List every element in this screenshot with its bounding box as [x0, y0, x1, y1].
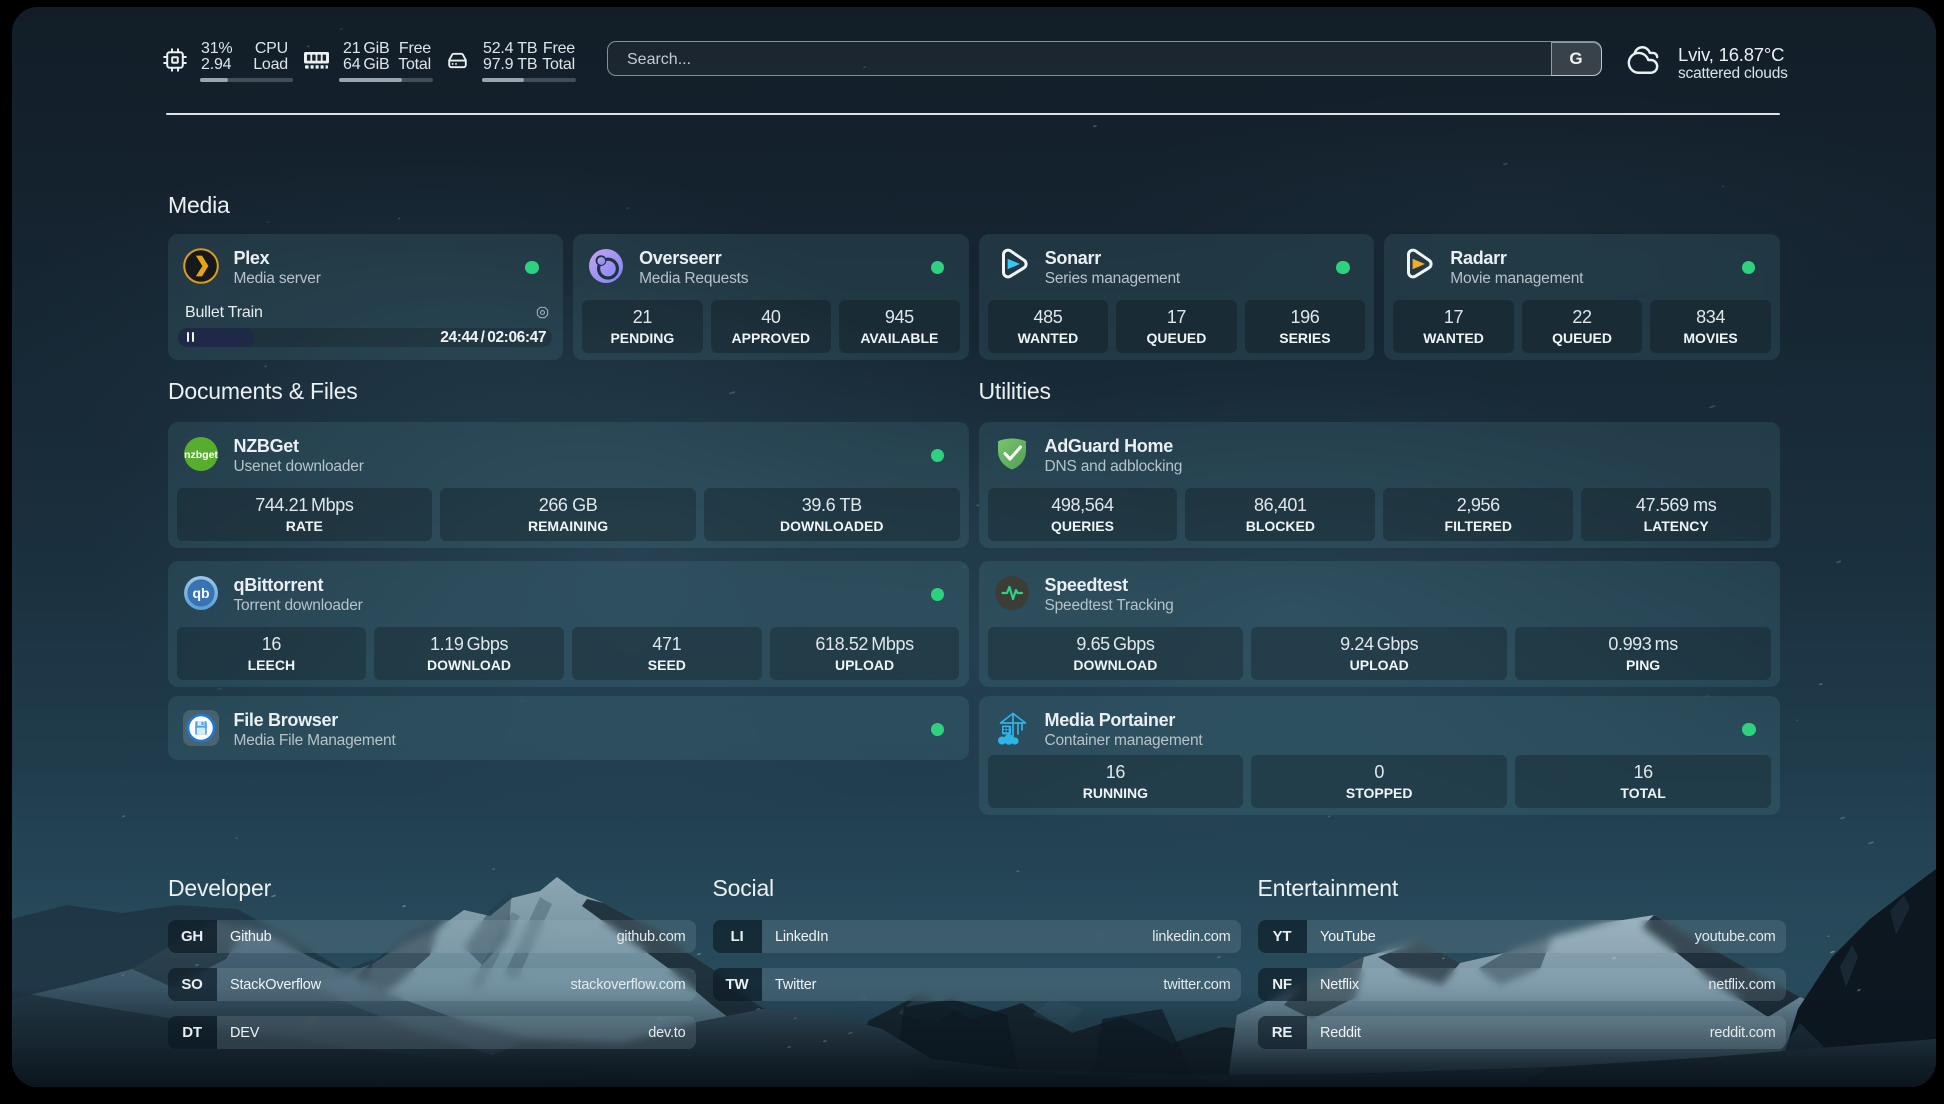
svg-text:nzbget: nzbget — [184, 449, 218, 461]
svg-text:qb: qb — [192, 585, 209, 601]
